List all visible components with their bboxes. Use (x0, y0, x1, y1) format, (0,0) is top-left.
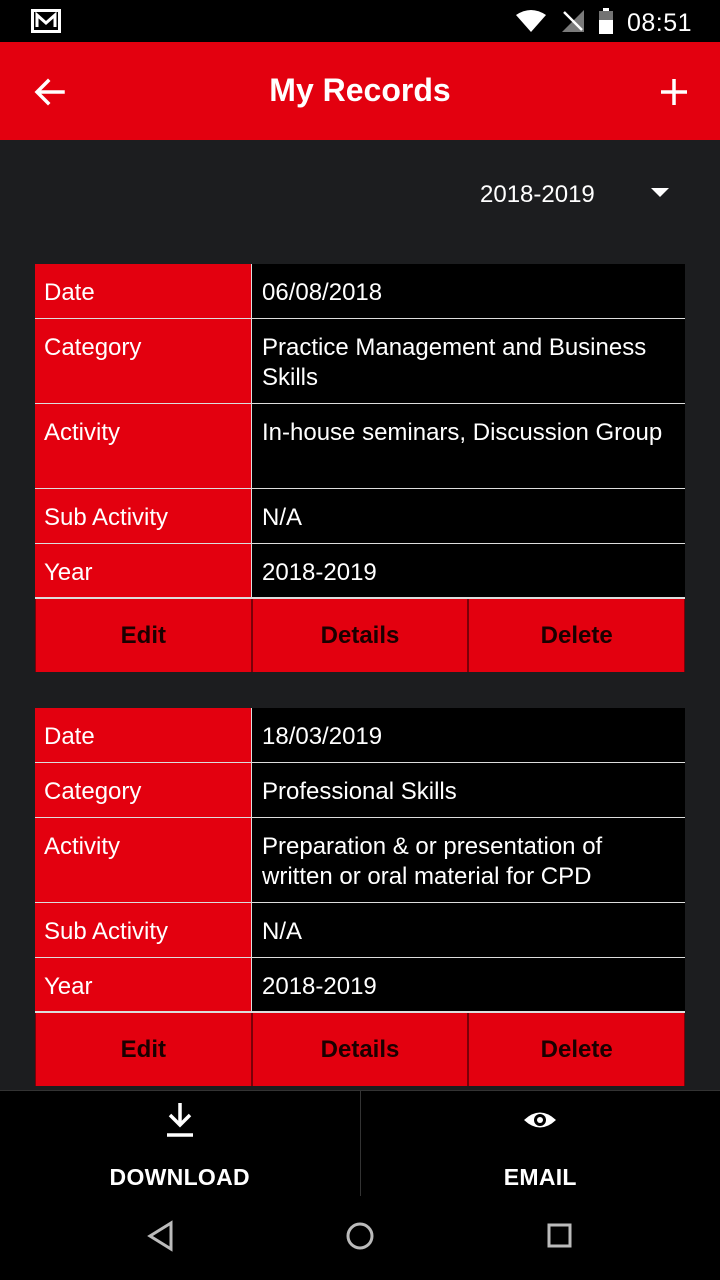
page-title: My Records (269, 72, 451, 108)
edit-button[interactable]: Edit (35, 599, 252, 672)
record-row-sub-activity: Sub Activity N/A (35, 489, 685, 544)
record-row-category: Category Professional Skills (35, 763, 685, 818)
field-label: Sub Activity (35, 903, 251, 957)
records-list[interactable]: Date 06/08/2018 Category Practice Manage… (35, 264, 685, 1088)
field-value: Practice Management and Business Skills (251, 319, 685, 403)
chevron-down-icon (651, 188, 669, 197)
bottom-action-bar: DOWNLOAD EMAIL (0, 1090, 720, 1196)
record-row-category: Category Practice Management and Busines… (35, 319, 685, 404)
download-button[interactable]: DOWNLOAD (0, 1090, 360, 1196)
field-value: Professional Skills (251, 763, 685, 817)
record-actions: Edit Details Delete (35, 599, 685, 672)
record-card: Date 18/03/2019 Category Professional Sk… (35, 708, 685, 1086)
field-value: 18/03/2019 (251, 708, 685, 762)
status-time: 08:51 (626, 9, 692, 37)
record-row-year: Year 2018-2019 (35, 544, 685, 599)
mail-notification-icon (31, 9, 61, 38)
field-label: Sub Activity (35, 489, 251, 543)
field-value: In-house seminars, Discussion Group (251, 404, 685, 488)
record-row-activity: Activity In-house seminars, Discussion G… (35, 404, 685, 489)
field-label: Category (35, 763, 251, 817)
email-button[interactable]: EMAIL (359, 1090, 720, 1196)
field-value: 2018-2019 (251, 544, 685, 597)
no-signal-icon (561, 9, 585, 38)
system-nav-bar (0, 1196, 720, 1280)
record-row-activity: Activity Preparation & or presentation o… (35, 818, 685, 903)
add-record-icon[interactable] (654, 72, 694, 112)
wifi-icon (515, 9, 547, 38)
record-row-sub-activity: Sub Activity N/A (35, 903, 685, 958)
record-row-year: Year 2018-2019 (35, 958, 685, 1013)
year-dropdown-value: 2018-2019 (480, 181, 595, 208)
field-value: 06/08/2018 (251, 264, 685, 318)
battery-icon (598, 8, 613, 39)
nav-recents-icon[interactable] (545, 1220, 575, 1257)
details-button[interactable]: Details (251, 599, 469, 672)
edit-button[interactable]: Edit (35, 1013, 252, 1086)
nav-back-icon[interactable] (146, 1220, 176, 1257)
status-bar: 08:51 (0, 0, 720, 42)
record-row-date: Date 06/08/2018 (35, 264, 685, 319)
field-label: Category (35, 319, 251, 403)
record-row-date: Date 18/03/2019 (35, 708, 685, 763)
details-button[interactable]: Details (251, 1013, 469, 1086)
field-value: N/A (251, 903, 685, 957)
year-dropdown[interactable]: 2018-2019 (480, 178, 680, 212)
app-bar: My Records (0, 42, 720, 140)
record-card: Date 06/08/2018 Category Practice Manage… (35, 264, 685, 672)
field-label: Date (35, 264, 251, 318)
field-label: Year (35, 958, 251, 1011)
field-value: 2018-2019 (251, 958, 685, 1011)
email-label: EMAIL (503, 1164, 577, 1190)
eye-icon (522, 1101, 558, 1144)
delete-button[interactable]: Delete (468, 599, 685, 672)
field-label: Activity (35, 818, 251, 902)
record-actions: Edit Details Delete (35, 1013, 685, 1086)
delete-button[interactable]: Delete (468, 1013, 685, 1086)
field-value: Preparation & or presentation of written… (251, 818, 685, 902)
field-label: Activity (35, 404, 251, 488)
field-value: N/A (251, 489, 685, 543)
download-icon (165, 1101, 195, 1144)
field-label: Date (35, 708, 251, 762)
nav-home-icon[interactable] (345, 1220, 375, 1257)
download-label: DOWNLOAD (109, 1164, 250, 1190)
field-label: Year (35, 544, 251, 597)
